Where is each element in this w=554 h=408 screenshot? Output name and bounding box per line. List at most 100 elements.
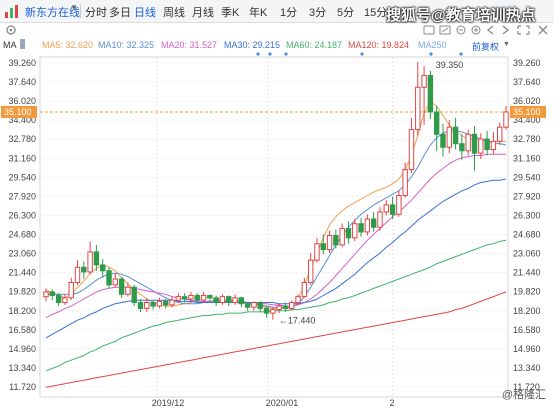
candle-body[interactable] [503,111,509,128]
candle-body[interactable] [232,297,238,304]
y-tick-label-left: 11.720 [9,382,36,392]
candle-body[interactable] [289,302,295,309]
candle-body[interactable] [383,204,389,213]
candle-body[interactable] [144,302,150,309]
y-tick-label-right: 21.440 [513,268,541,278]
candle-body[interactable] [459,143,465,152]
candle-body[interactable] [282,305,289,309]
y-tick-label-right: 36.020 [513,96,541,106]
y-tick-label-left: 29.540 [8,172,36,182]
candle-body[interactable] [465,133,471,152]
candle-body[interactable] [339,227,345,246]
candle-body[interactable] [320,243,326,251]
y-tick-label-left: 16.580 [8,325,36,335]
high-annotation: 39.350 [436,60,464,70]
candle-body[interactable] [200,294,207,301]
candle-body[interactable] [307,259,314,284]
candle-body[interactable] [415,86,421,131]
candle-body[interactable] [396,194,402,215]
candle-body[interactable] [125,286,131,295]
candle-body[interactable] [301,282,308,298]
y-tick-label-right: 32.780 [513,134,541,144]
candle-body[interactable] [74,266,81,284]
candle-body[interactable] [93,251,100,266]
candle-body[interactable] [421,74,427,88]
candle-body[interactable] [49,291,56,296]
y-tick-label-left: 13.340 [8,363,36,373]
candle-body[interactable] [257,302,263,309]
candle-body[interactable] [452,126,459,145]
event-marker-icon[interactable] [256,52,260,56]
candle-body[interactable] [295,296,301,304]
candle-body[interactable] [175,296,182,301]
candle-body[interactable] [150,302,156,307]
y-tick-label-left: 23.060 [8,249,36,259]
y-tick-label-left: 26.300 [8,210,36,220]
candle-body[interactable] [43,291,49,298]
candle-body[interactable] [433,111,440,135]
event-marker-icon[interactable] [360,52,364,56]
candle-body[interactable] [496,126,503,142]
candle-body[interactable] [163,300,169,306]
candle-body[interactable] [263,307,270,314]
candle-body[interactable] [181,296,188,300]
low-annotation: ←17.440 [279,316,316,326]
candle-body[interactable] [251,302,257,308]
candle-body[interactable] [408,129,415,171]
candle-body[interactable] [333,234,339,246]
candle-body[interactable] [402,169,408,196]
candle-body[interactable] [194,294,200,301]
candle-body[interactable] [276,305,282,311]
event-marker-icon[interactable] [284,52,288,56]
candle-body[interactable] [238,297,245,305]
candle-body[interactable] [55,294,62,304]
y-tick-label-left: 36.020 [8,96,36,106]
event-marker-icon[interactable] [268,52,272,56]
y-tick-label-right: 13.340 [513,363,541,373]
candlestick-chart[interactable]: 39.260 39.26037.640 37.64036.020 36.02034.4… [0,0,554,408]
candle-body[interactable] [270,309,276,314]
candle-body[interactable] [112,278,119,286]
candle-body[interactable] [314,243,320,261]
candle-body[interactable] [219,296,226,304]
candle-body[interactable] [169,299,175,306]
candle-body[interactable] [188,294,194,300]
candle-body[interactable] [62,297,68,304]
candle-body[interactable] [81,266,87,273]
y-tick-label-right: 23.060 [513,249,541,259]
candle-body[interactable] [87,251,93,273]
candle-body[interactable] [364,218,371,233]
candle-body[interactable] [446,126,452,148]
candle-body[interactable] [244,303,251,308]
candle-body[interactable] [478,138,484,154]
candle-body[interactable] [484,138,490,151]
candle-body[interactable] [389,204,396,215]
candle-body[interactable] [137,302,144,309]
candle-body[interactable] [345,227,352,239]
candle-body[interactable] [68,282,74,299]
candle-body[interactable] [427,74,434,113]
candle-body[interactable] [440,133,446,148]
candle-body[interactable] [370,218,377,228]
candle-body[interactable] [490,140,497,151]
candle-body[interactable] [131,286,137,304]
candle-body[interactable] [226,296,232,304]
y-tick-label-right: 31.160 [513,153,541,163]
y-tick-label-left: 14.960 [8,344,36,354]
candle-body[interactable] [100,264,106,272]
candle-body[interactable] [156,300,163,307]
y-tick-label-left: 39.260 [8,58,36,68]
ma120-line [45,291,507,388]
candle-body[interactable] [118,278,125,295]
event-marker-icon[interactable] [459,52,463,56]
event-marker-icon[interactable] [429,52,433,56]
candle-body[interactable] [358,223,364,233]
candle-body[interactable] [207,294,213,299]
candle-body[interactable] [213,297,219,304]
y-tick-label-right: 29.540 [513,172,541,182]
candle-body[interactable] [377,211,383,228]
candle-body[interactable] [471,133,478,154]
candle-body[interactable] [352,223,358,239]
candle-body[interactable] [106,270,112,286]
candle-body[interactable] [326,234,333,251]
